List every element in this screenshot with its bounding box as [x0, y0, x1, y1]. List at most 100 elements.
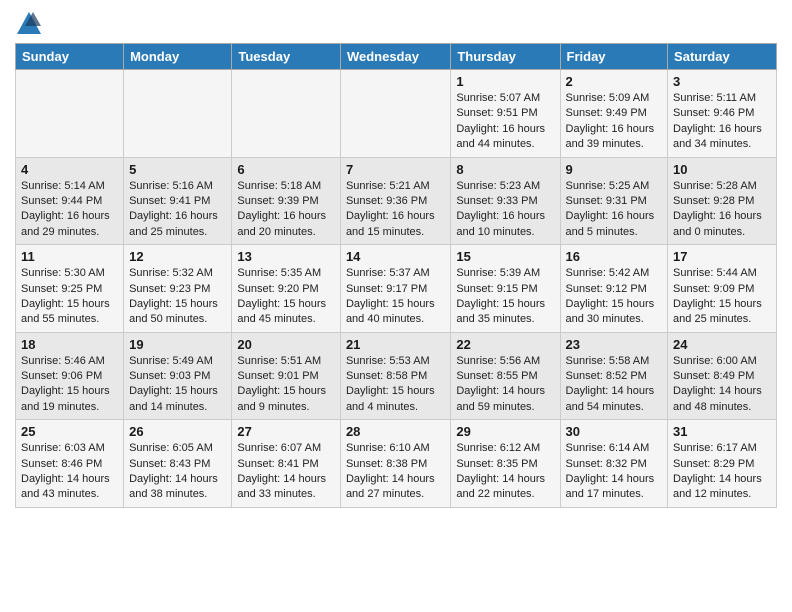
- day-number: 21: [346, 337, 445, 352]
- calendar-cell: 2Sunrise: 5:09 AM Sunset: 9:49 PM Daylig…: [560, 70, 668, 158]
- day-info: Sunrise: 5:37 AM Sunset: 9:17 PM Dayligh…: [346, 266, 445, 328]
- day-number: 20: [237, 337, 335, 352]
- day-number: 19: [129, 337, 226, 352]
- calendar-cell: 31Sunrise: 6:17 AM Sunset: 8:29 PM Dayli…: [668, 420, 777, 508]
- day-info: Sunrise: 5:23 AM Sunset: 9:33 PM Dayligh…: [456, 179, 554, 241]
- calendar-cell: 29 Sunrise: 6:12 AM Sunset: 8:35 PM Dayli…: [451, 420, 560, 508]
- calendar-cell: 6 Sunrise: 5:18 AM Sunset: 9:39 PM Daylig…: [232, 157, 341, 245]
- calendar-cell: 9 Sunrise: 5:25 AM Sunset: 9:31 PM Daylig…: [560, 157, 668, 245]
- day-number: 3: [673, 74, 771, 89]
- day-number: 29: [456, 424, 554, 439]
- day-info: Sunrise: 5:09 AM Sunset: 9:49 PM Dayligh…: [566, 91, 663, 153]
- day-info: Sunrise: 5:53 AM Sunset: 8:58 PM Dayligh…: [346, 354, 445, 416]
- calendar-cell: [340, 70, 450, 158]
- calendar-header-monday: Monday: [124, 44, 232, 70]
- day-info: Sunrise: 5:25 AM Sunset: 9:31 PM Dayligh…: [566, 179, 663, 241]
- calendar-header-row: SundayMondayTuesdayWednesdayThursdayFrid…: [16, 44, 777, 70]
- day-number: 14: [346, 249, 445, 264]
- calendar-cell: 30Sunrise: 6:14 AM Sunset: 8:32 PM Dayli…: [560, 420, 668, 508]
- calendar-cell: 8 Sunrise: 5:23 AM Sunset: 9:33 PM Daylig…: [451, 157, 560, 245]
- day-number: 23: [566, 337, 663, 352]
- day-number: 16: [566, 249, 663, 264]
- page: SundayMondayTuesdayWednesdayThursdayFrid…: [0, 0, 792, 518]
- day-number: 9: [566, 162, 663, 177]
- day-number: 12: [129, 249, 226, 264]
- day-info: Sunrise: 6:10 AM Sunset: 8:38 PM Dayligh…: [346, 441, 445, 503]
- calendar-cell: 28 Sunrise: 6:10 AM Sunset: 8:38 PM Dayli…: [340, 420, 450, 508]
- day-info: Sunrise: 5:35 AM Sunset: 9:20 PM Dayligh…: [237, 266, 335, 328]
- day-info: Sunrise: 6:14 AM Sunset: 8:32 PM Dayligh…: [566, 441, 663, 503]
- day-info: Sunrise: 5:46 AM Sunset: 9:06 PM Dayligh…: [21, 354, 118, 416]
- day-info: Sunrise: 5:42 AM Sunset: 9:12 PM Dayligh…: [566, 266, 663, 328]
- calendar-week-3: 11 Sunrise: 5:30 AM Sunset: 9:25 PM Dayli…: [16, 245, 777, 333]
- day-info: Sunrise: 6:07 AM Sunset: 8:41 PM Dayligh…: [237, 441, 335, 503]
- calendar-cell: 18Sunrise: 5:46 AM Sunset: 9:06 PM Dayli…: [16, 332, 124, 420]
- logo: [15, 10, 47, 38]
- day-number: 17: [673, 249, 771, 264]
- day-info: Sunrise: 6:12 AM Sunset: 8:35 PM Dayligh…: [456, 441, 554, 503]
- day-number: 25: [21, 424, 118, 439]
- day-info: Sunrise: 5:58 AM Sunset: 8:52 PM Dayligh…: [566, 354, 663, 416]
- calendar-header-tuesday: Tuesday: [232, 44, 341, 70]
- day-number: 28: [346, 424, 445, 439]
- day-number: 24: [673, 337, 771, 352]
- calendar-cell: [16, 70, 124, 158]
- day-info: Sunrise: 5:14 AM Sunset: 9:44 PM Dayligh…: [21, 179, 118, 241]
- calendar-cell: 3 Sunrise: 5:11 AM Sunset: 9:46 PM Daylig…: [668, 70, 777, 158]
- day-info: Sunrise: 5:32 AM Sunset: 9:23 PM Dayligh…: [129, 266, 226, 328]
- day-number: 22: [456, 337, 554, 352]
- day-number: 13: [237, 249, 335, 264]
- calendar-cell: 11 Sunrise: 5:30 AM Sunset: 9:25 PM Dayli…: [16, 245, 124, 333]
- calendar-cell: 19 Sunrise: 5:49 AM Sunset: 9:03 PM Dayli…: [124, 332, 232, 420]
- day-info: Sunrise: 5:51 AM Sunset: 9:01 PM Dayligh…: [237, 354, 335, 416]
- calendar-week-5: 25 Sunrise: 6:03 AM Sunset: 8:46 PM Dayli…: [16, 420, 777, 508]
- day-info: Sunrise: 5:30 AM Sunset: 9:25 PM Dayligh…: [21, 266, 118, 328]
- calendar-week-1: 1 Sunrise: 5:07 AM Sunset: 9:51 PM Daylig…: [16, 70, 777, 158]
- day-info: Sunrise: 5:39 AM Sunset: 9:15 PM Dayligh…: [456, 266, 554, 328]
- calendar-header-saturday: Saturday: [668, 44, 777, 70]
- logo-icon: [15, 10, 43, 38]
- calendar-cell: 22Sunrise: 5:56 AM Sunset: 8:55 PM Dayli…: [451, 332, 560, 420]
- day-info: Sunrise: 6:00 AM Sunset: 8:49 PM Dayligh…: [673, 354, 771, 416]
- day-number: 7: [346, 162, 445, 177]
- day-info: Sunrise: 5:49 AM Sunset: 9:03 PM Dayligh…: [129, 354, 226, 416]
- calendar-cell: 17 Sunrise: 5:44 AM Sunset: 9:09 PM Dayli…: [668, 245, 777, 333]
- calendar-week-4: 18Sunrise: 5:46 AM Sunset: 9:06 PM Dayli…: [16, 332, 777, 420]
- day-info: Sunrise: 5:44 AM Sunset: 9:09 PM Dayligh…: [673, 266, 771, 328]
- day-number: 8: [456, 162, 554, 177]
- day-info: Sunrise: 5:07 AM Sunset: 9:51 PM Dayligh…: [456, 91, 554, 153]
- calendar-cell: 25 Sunrise: 6:03 AM Sunset: 8:46 PM Dayli…: [16, 420, 124, 508]
- day-number: 6: [237, 162, 335, 177]
- day-number: 11: [21, 249, 118, 264]
- day-info: Sunrise: 5:28 AM Sunset: 9:28 PM Dayligh…: [673, 179, 771, 241]
- day-info: Sunrise: 5:21 AM Sunset: 9:36 PM Dayligh…: [346, 179, 445, 241]
- day-info: Sunrise: 6:03 AM Sunset: 8:46 PM Dayligh…: [21, 441, 118, 503]
- header: [15, 10, 777, 38]
- calendar-table: SundayMondayTuesdayWednesdayThursdayFrid…: [15, 43, 777, 508]
- calendar-cell: 4 Sunrise: 5:14 AM Sunset: 9:44 PM Daylig…: [16, 157, 124, 245]
- day-info: Sunrise: 5:18 AM Sunset: 9:39 PM Dayligh…: [237, 179, 335, 241]
- day-number: 1: [456, 74, 554, 89]
- calendar-cell: 23 Sunrise: 5:58 AM Sunset: 8:52 PM Dayli…: [560, 332, 668, 420]
- calendar-cell: 16 Sunrise: 5:42 AM Sunset: 9:12 PM Dayli…: [560, 245, 668, 333]
- calendar-cell: 26 Sunrise: 6:05 AM Sunset: 8:43 PM Dayli…: [124, 420, 232, 508]
- day-number: 27: [237, 424, 335, 439]
- calendar-cell: 27 Sunrise: 6:07 AM Sunset: 8:41 PM Dayli…: [232, 420, 341, 508]
- calendar-cell: 24 Sunrise: 6:00 AM Sunset: 8:49 PM Dayli…: [668, 332, 777, 420]
- calendar-header-sunday: Sunday: [16, 44, 124, 70]
- calendar-cell: 14 Sunrise: 5:37 AM Sunset: 9:17 PM Dayli…: [340, 245, 450, 333]
- calendar-cell: 10Sunrise: 5:28 AM Sunset: 9:28 PM Dayli…: [668, 157, 777, 245]
- day-info: Sunrise: 5:11 AM Sunset: 9:46 PM Dayligh…: [673, 91, 771, 153]
- calendar-cell: 15Sunrise: 5:39 AM Sunset: 9:15 PM Dayli…: [451, 245, 560, 333]
- calendar-cell: [124, 70, 232, 158]
- calendar-cell: 5Sunrise: 5:16 AM Sunset: 9:41 PM Daylig…: [124, 157, 232, 245]
- day-number: 26: [129, 424, 226, 439]
- calendar-cell: 13 Sunrise: 5:35 AM Sunset: 9:20 PM Dayli…: [232, 245, 341, 333]
- day-info: Sunrise: 6:05 AM Sunset: 8:43 PM Dayligh…: [129, 441, 226, 503]
- day-info: Sunrise: 5:16 AM Sunset: 9:41 PM Dayligh…: [129, 179, 226, 241]
- day-number: 4: [21, 162, 118, 177]
- calendar-header-thursday: Thursday: [451, 44, 560, 70]
- calendar-cell: 1 Sunrise: 5:07 AM Sunset: 9:51 PM Daylig…: [451, 70, 560, 158]
- calendar-cell: 20 Sunrise: 5:51 AM Sunset: 9:01 PM Dayli…: [232, 332, 341, 420]
- calendar-header-wednesday: Wednesday: [340, 44, 450, 70]
